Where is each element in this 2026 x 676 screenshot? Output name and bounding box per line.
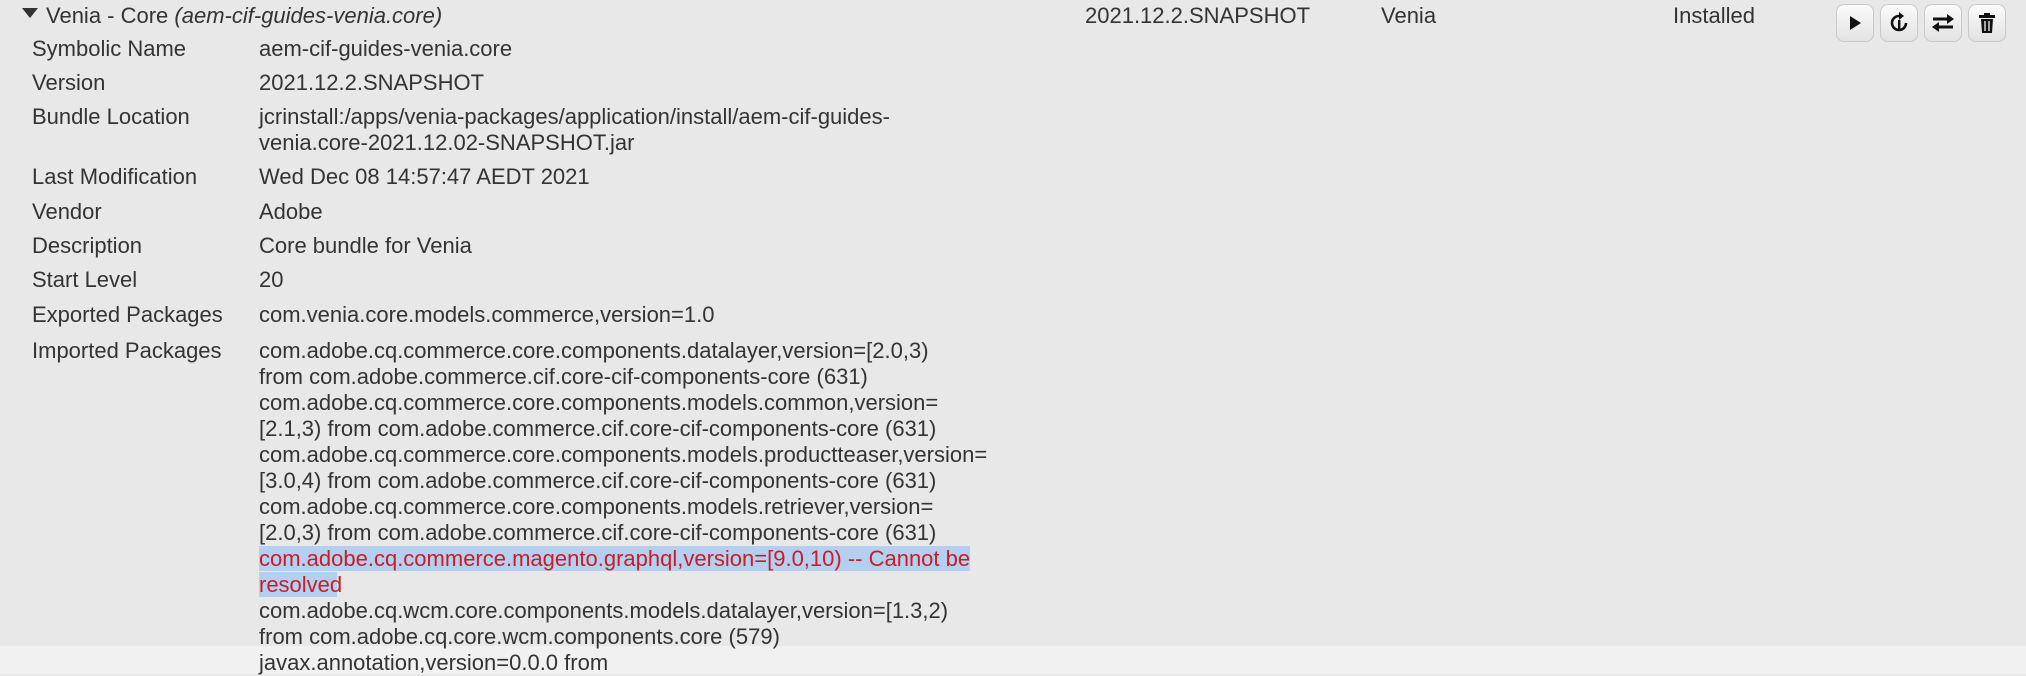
imported-package-line: [2.0,3) from com.adobe.commerce.cif.core… xyxy=(259,520,937,545)
imported-package-line: com.adobe.cq.commerce.core.components.da… xyxy=(259,338,929,363)
bundle-symbolic-paren: (aem-cif-guides-venia.core) xyxy=(174,3,443,28)
refresh-icon xyxy=(1890,12,1908,32)
detail-line: jcrinstall:/apps/venia-packages/applicat… xyxy=(259,104,890,129)
update-button[interactable] xyxy=(1924,4,1962,42)
imported-package-line: javax.annotation,version=0.0.0 from xyxy=(259,650,609,675)
unresolved-package-line: resolved xyxy=(259,572,1059,598)
imported-package-line: [3.0,4) from com.adobe.commerce.cif.core… xyxy=(259,468,937,493)
imported-package-line: [2.1,3) from com.adobe.commerce.cif.core… xyxy=(259,416,937,441)
bundle-title: Venia - Core xyxy=(46,3,169,28)
bundle-state: Installed xyxy=(1673,3,1755,28)
play-icon xyxy=(1850,16,1861,30)
uninstall-button[interactable] xyxy=(1968,4,2006,42)
detail-label: Version xyxy=(32,70,106,95)
detail-value: Wed Dec 08 14:57:47 AEDT 2021 xyxy=(259,164,590,189)
imported-package-line: com.adobe.cq.commerce.core.components.mo… xyxy=(259,442,988,467)
detail-value: 2021.12.2.SNAPSHOT xyxy=(259,70,485,95)
bundle-version: 2021.12.2.SNAPSHOT xyxy=(1085,3,1311,28)
detail-value: Core bundle for Venia xyxy=(259,233,472,258)
detail-value: aem-cif-guides-venia.core xyxy=(259,36,513,61)
detail-line: venia.core-2021.12.02-SNAPSHOT.jar xyxy=(259,130,635,155)
detail-label: Exported Packages xyxy=(32,302,223,327)
detail-value: com.adobe.cq.commerce.core.components.da… xyxy=(259,338,1059,676)
detail-label: Symbolic Name xyxy=(32,36,187,61)
selected-text: com.adobe.cq.commerce.magento.graphql,ve… xyxy=(259,546,971,571)
imported-package-line: com.adobe.cq.wcm.core.components.models.… xyxy=(259,598,949,623)
imported-package-line: from com.adobe.cq.core.wcm.components.co… xyxy=(259,624,780,649)
detail-value: Adobe xyxy=(259,199,323,224)
detail-value: jcrinstall:/apps/venia-packages/applicat… xyxy=(259,104,1059,156)
trash-icon xyxy=(1979,13,1995,33)
start-button[interactable] xyxy=(1836,4,1874,42)
imported-package-line: com.adobe.cq.commerce.core.components.mo… xyxy=(259,390,939,415)
update-icon xyxy=(1932,14,1954,32)
detail-label: Last Modification xyxy=(32,164,198,189)
collapse-triangle-icon[interactable] xyxy=(22,8,38,18)
unresolved-package-line: com.adobe.cq.commerce.magento.graphql,ve… xyxy=(259,546,1059,572)
bundle-details-view: Venia - Core (aem-cif-guides-venia.core)… xyxy=(0,0,2026,676)
detail-value: 20 xyxy=(259,267,284,292)
detail-label: Bundle Location xyxy=(32,104,190,129)
detail-label: Start Level xyxy=(32,267,138,292)
selected-text: resolved xyxy=(259,572,343,597)
detail-label: Description xyxy=(32,233,143,258)
detail-value: com.venia.core.models.commerce,version=1… xyxy=(259,302,715,327)
bundle-category: Venia xyxy=(1381,3,1437,28)
bundle-name[interactable]: Venia - Core (aem-cif-guides-venia.core) xyxy=(46,3,442,29)
imported-package-line: from com.adobe.commerce.cif.core-cif-com… xyxy=(259,364,868,389)
imported-package-line: com.adobe.cq.commerce.core.components.mo… xyxy=(259,494,934,519)
refresh-button[interactable] xyxy=(1880,4,1918,42)
detail-label: Vendor xyxy=(32,199,102,224)
bundle-row[interactable]: Venia - Core (aem-cif-guides-venia.core)… xyxy=(0,0,2026,42)
detail-label: Imported Packages xyxy=(32,338,222,363)
